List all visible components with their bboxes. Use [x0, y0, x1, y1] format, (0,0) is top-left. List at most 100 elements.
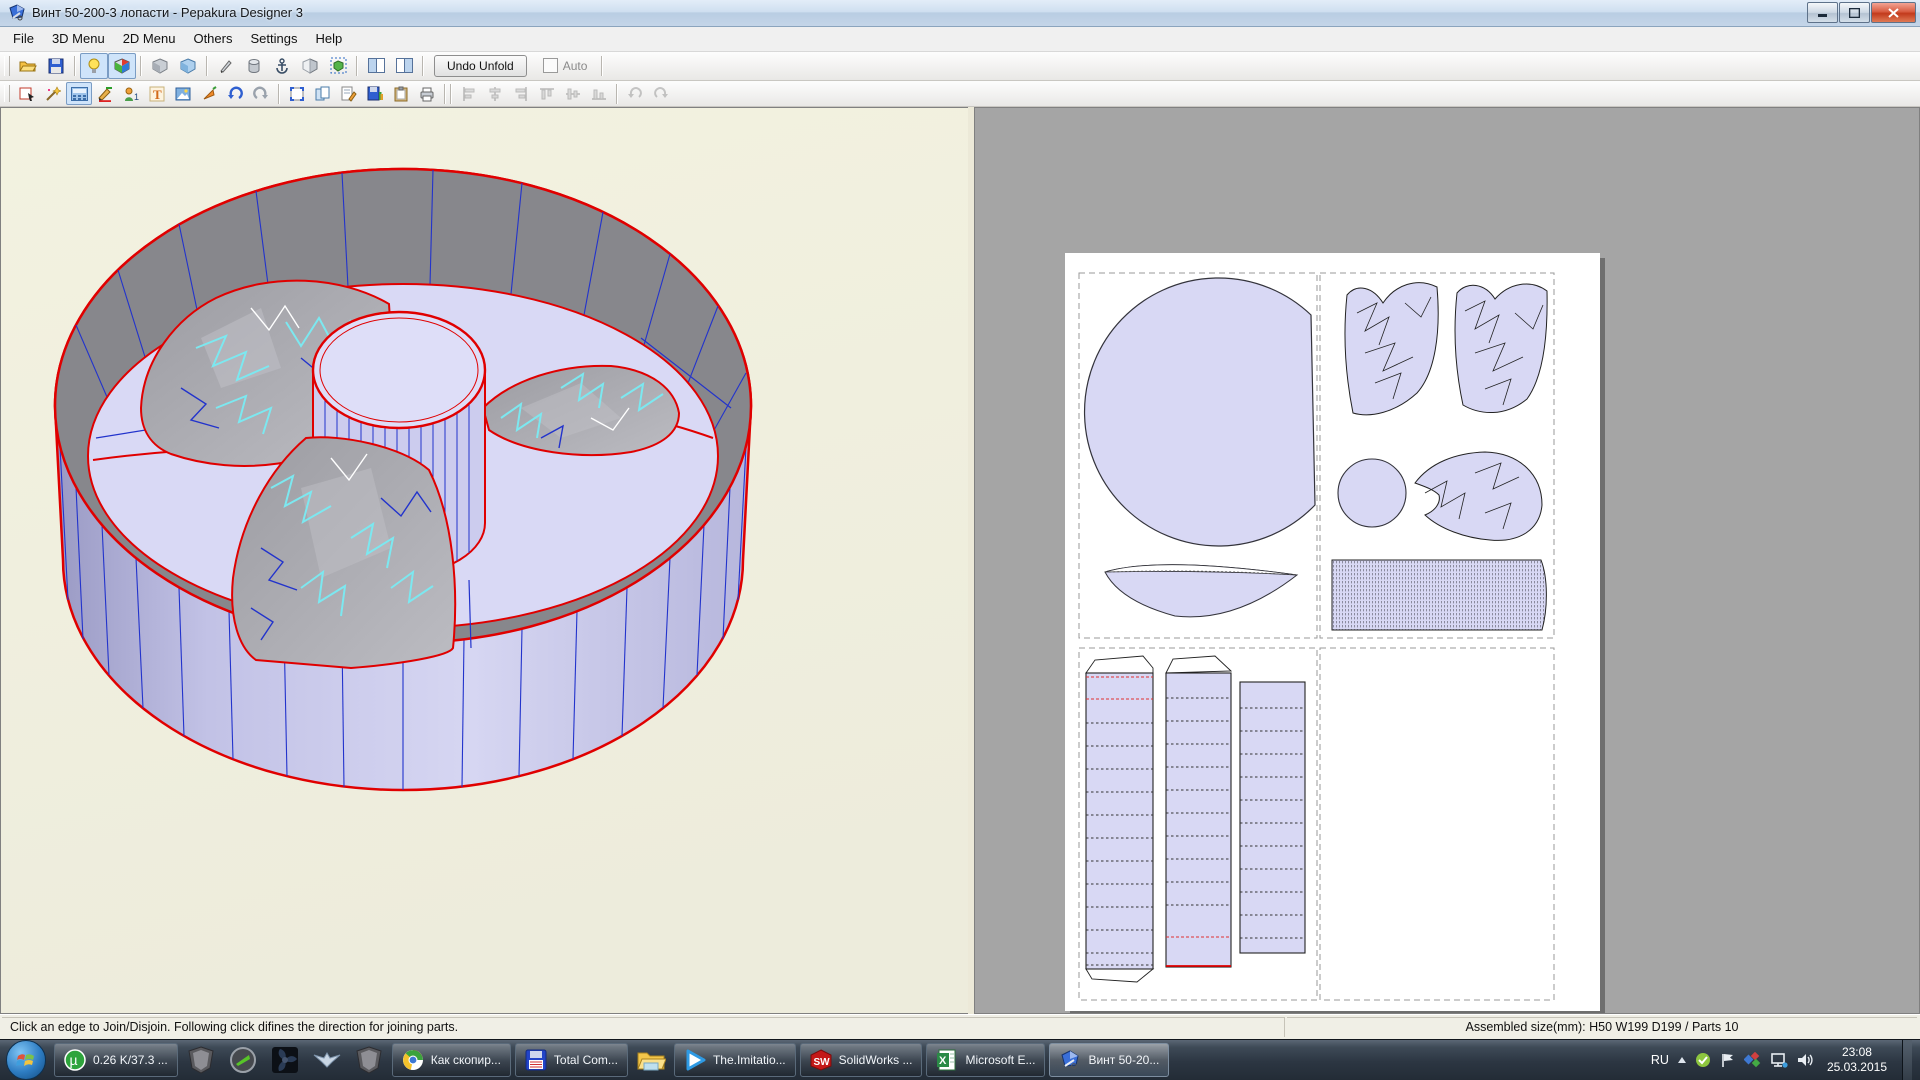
- minimize-button[interactable]: [1807, 2, 1838, 23]
- zona-icon[interactable]: [223, 1042, 263, 1078]
- taskbar: µ 0.26 K/37.3 ... Как скопир... Total Co…: [0, 1039, 1920, 1080]
- box-blue-icon[interactable]: [174, 53, 202, 79]
- close-button[interactable]: [1871, 2, 1916, 23]
- clock[interactable]: 23:08 25.03.2015: [1827, 1045, 1887, 1075]
- align-right-icon[interactable]: [508, 82, 534, 105]
- toolbar-main: Undo Unfold Auto: [0, 52, 1920, 82]
- pages-icon[interactable]: [310, 82, 336, 105]
- align-center-v-icon[interactable]: [482, 82, 508, 105]
- explorer-folder-icon[interactable]: [631, 1042, 671, 1078]
- wings-icon[interactable]: [307, 1042, 347, 1078]
- piece-hub-wall[interactable]: [1332, 560, 1546, 630]
- pane-right-icon[interactable]: [390, 53, 418, 79]
- auto-checkbox[interactable]: [543, 58, 558, 73]
- taskbar-button-chrome[interactable]: Как скопир...: [392, 1043, 511, 1077]
- maximize-button[interactable]: [1839, 2, 1870, 23]
- 2d-pattern-view[interactable]: [974, 107, 1920, 1014]
- order-icon[interactable]: 1: [118, 82, 144, 105]
- menu-others[interactable]: Others: [184, 28, 241, 49]
- network-icon[interactable]: [1770, 1052, 1788, 1068]
- taskbar-button-player[interactable]: The.Imitatio...: [674, 1043, 796, 1077]
- rotate-ccw-icon[interactable]: [622, 82, 648, 105]
- measure-icon[interactable]: [66, 82, 92, 105]
- align-bottom-icon[interactable]: [586, 82, 612, 105]
- toolbar-2d-tools: 1 T: [0, 81, 1920, 107]
- text-icon[interactable]: T: [144, 82, 170, 105]
- undo-unfold-button[interactable]: Undo Unfold: [434, 55, 527, 77]
- pattern-page[interactable]: [1065, 253, 1600, 1011]
- system-tray: RU 23:08 25.03.2015: [1651, 1040, 1920, 1080]
- pepakura-window: Винт 50-200-3 лопасти - Pepakura Designe…: [0, 0, 1920, 1080]
- 3d-model-canvas[interactable]: [1, 108, 968, 1013]
- save-icon[interactable]: [42, 53, 70, 79]
- anchor-icon[interactable]: [268, 53, 296, 79]
- select-part-icon[interactable]: [14, 82, 40, 105]
- menu-settings[interactable]: Settings: [241, 28, 306, 49]
- corner-select-icon[interactable]: [284, 82, 310, 105]
- volume-icon[interactable]: [1797, 1052, 1814, 1068]
- piece-ring-strip-3[interactable]: [1240, 682, 1305, 953]
- piece-ring-strip-2[interactable]: [1166, 656, 1231, 967]
- rotate-left-icon[interactable]: [222, 82, 248, 105]
- print-icon[interactable]: [414, 82, 440, 105]
- texture-toggle-icon[interactable]: [108, 53, 136, 79]
- svg-text:1: 1: [134, 92, 139, 102]
- toolbar-grip-2: [4, 85, 10, 102]
- mirror-icon[interactable]: [296, 53, 324, 79]
- language-indicator[interactable]: RU: [1651, 1053, 1669, 1067]
- pepakura-app-icon: [8, 4, 26, 22]
- piece-ring-strip-1[interactable]: [1086, 656, 1153, 982]
- wot-shield-icon[interactable]: [181, 1042, 221, 1078]
- wot-shield-2-icon[interactable]: [349, 1042, 389, 1078]
- pane-both-icon[interactable]: [362, 53, 390, 79]
- svg-text:SW: SW: [813, 1057, 830, 1068]
- clock-date: 25.03.2015: [1827, 1060, 1887, 1075]
- menu-file[interactable]: File: [4, 28, 43, 49]
- menu-2d[interactable]: 2D Menu: [114, 28, 185, 49]
- piece-crescent[interactable]: [1105, 565, 1297, 617]
- rotate-right-icon[interactable]: [248, 82, 274, 105]
- taskbar-button-total-commander[interactable]: Total Com...: [515, 1043, 628, 1077]
- toolbar-grip: [4, 56, 10, 76]
- titlebar[interactable]: Винт 50-200-3 лопасти - Pepakura Designe…: [0, 0, 1920, 27]
- light-toggle-icon[interactable]: [80, 53, 108, 79]
- show-hidden-icons[interactable]: [1678, 1057, 1686, 1063]
- flap-icon[interactable]: [196, 82, 222, 105]
- pattern-canvas[interactable]: [1065, 253, 1600, 1011]
- align-left-icon[interactable]: [456, 82, 482, 105]
- antivirus-tray-icon[interactable]: [1695, 1052, 1711, 1068]
- taskbar-button-excel[interactable]: X Microsoft E...: [926, 1043, 1045, 1077]
- rotate-cw-icon[interactable]: [648, 82, 674, 105]
- taskbar-button-solidworks[interactable]: SW SolidWorks ...: [800, 1043, 923, 1077]
- piece-duct-floor-disc[interactable]: [1085, 278, 1315, 546]
- piece-hub-top-disc[interactable]: [1338, 459, 1406, 527]
- pen-icon[interactable]: [212, 53, 240, 79]
- fan-icon[interactable]: [265, 1042, 305, 1078]
- clipboard-icon[interactable]: [388, 82, 414, 105]
- svg-text:µ: µ: [70, 1052, 78, 1068]
- piece-blade-2[interactable]: [1455, 284, 1547, 413]
- bluetooth-devices-icon[interactable]: [1744, 1052, 1761, 1068]
- taskbar-button-pepakura[interactable]: Винт 50-20...: [1049, 1043, 1169, 1077]
- 3d-model-view[interactable]: [0, 107, 968, 1014]
- box-gray-icon[interactable]: [146, 53, 174, 79]
- image-icon[interactable]: [170, 82, 196, 105]
- taskbar-button-utorrent[interactable]: µ 0.26 K/37.3 ...: [54, 1043, 178, 1077]
- edge-color-icon[interactable]: [92, 82, 118, 105]
- align-middle-h-icon[interactable]: [560, 82, 586, 105]
- menu-help[interactable]: Help: [306, 28, 351, 49]
- cylinder-icon[interactable]: [240, 53, 268, 79]
- align-top-icon[interactable]: [534, 82, 560, 105]
- export-icon[interactable]: [362, 82, 388, 105]
- piece-blade-1[interactable]: [1345, 283, 1438, 415]
- action-center-flag-icon[interactable]: [1720, 1052, 1735, 1068]
- menu-3d[interactable]: 3D Menu: [43, 28, 114, 49]
- auto-option: Auto: [543, 58, 588, 73]
- start-button[interactable]: [6, 1040, 46, 1080]
- piece-blade-3[interactable]: [1415, 452, 1542, 540]
- join-wand-icon[interactable]: [40, 82, 66, 105]
- show-desktop-button[interactable]: [1902, 1040, 1912, 1080]
- select-cube-icon[interactable]: [324, 53, 352, 79]
- page-edit-icon[interactable]: [336, 82, 362, 105]
- open-folder-icon[interactable]: [14, 53, 42, 79]
